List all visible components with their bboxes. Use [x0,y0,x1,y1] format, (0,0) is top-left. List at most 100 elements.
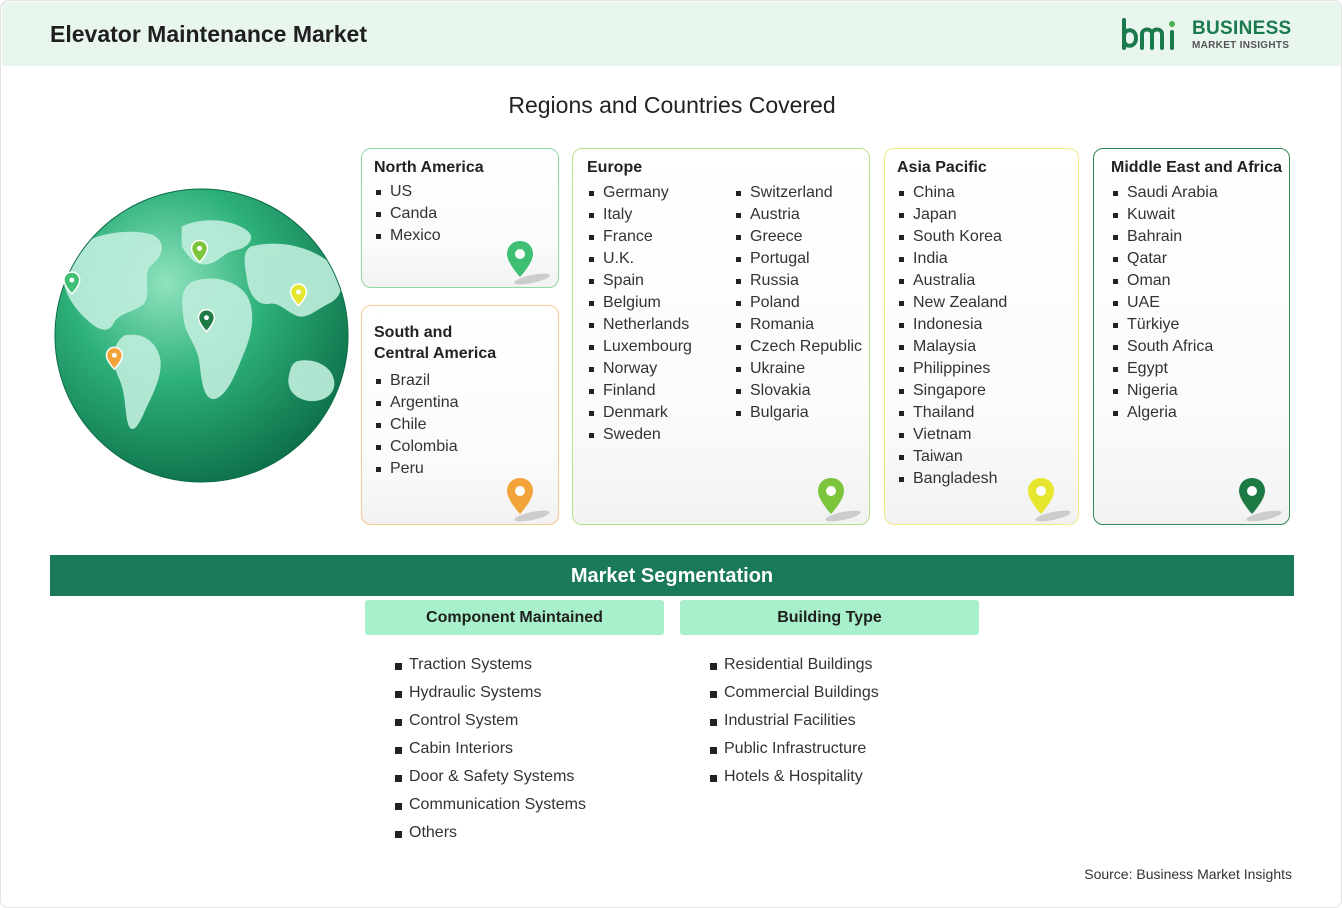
list-item: Russia [734,270,862,292]
list-item: Others [395,819,586,847]
list-item: Vietnam [897,424,1007,446]
list-item: Sweden [587,424,692,446]
globe-illustration [54,188,349,483]
list-item: Egypt [1111,358,1218,380]
list-item: Nigeria [1111,380,1218,402]
list-item: Ukraine [734,358,862,380]
segment-list-component: Traction Systems Hydraulic Systems Contr… [395,651,586,847]
segmentation-banner: Market Segmentation [50,555,1294,596]
list-item: Austria [734,204,862,226]
map-pin-icon [1239,478,1282,522]
region-title-north-america: North America [374,159,484,176]
list-item: Norway [587,358,692,380]
segment-heading-building-type: Building Type [680,600,979,635]
list-item: Peru [374,458,459,480]
list-item: Japan [897,204,1007,226]
brand-logo: BUSINESS MARKET INSIGHTS [1120,16,1300,56]
list-item: Bulgaria [734,402,862,424]
list-item: Belgium [587,292,692,314]
list-item: Oman [1111,270,1218,292]
list-item: India [897,248,1007,270]
region-title-europe: Europe [587,159,643,176]
map-pin-icon [818,478,861,522]
country-list-asia-pacific: China Japan South Korea India Australia … [897,182,1007,490]
list-item: Hotels & Hospitality [710,763,879,791]
list-item: Bangladesh [897,468,1007,490]
bmi-logo-icon [1122,18,1175,50]
country-list-middle-east-africa: Saudi Arabia Kuwait Bahrain Qatar Oman U… [1111,182,1218,424]
list-item: Netherlands [587,314,692,336]
region-title-middle-east-africa: Middle East and Africa [1111,159,1282,176]
header: Elevator Maintenance Market BUSINESS MAR… [2,2,1341,66]
list-item: Italy [587,204,692,226]
region-card-europe: Europe Germany Italy France U.K. Spain B… [572,148,870,525]
list-item: Residential Buildings [710,651,879,679]
list-item: Poland [734,292,862,314]
region-card-south-central-america: South and Central America Brazil Argenti… [361,305,559,525]
list-item: Saudi Arabia [1111,182,1218,204]
list-item: Bahrain [1111,226,1218,248]
list-item: Qatar [1111,248,1218,270]
list-item: Door & Safety Systems [395,763,586,791]
page-frame: Elevator Maintenance Market BUSINESS MAR… [0,0,1342,908]
list-item: New Zealand [897,292,1007,314]
country-list-europe-col2: Switzerland Austria Greece Portugal Russ… [734,182,862,424]
list-item: Denmark [587,402,692,424]
segmentation-title: Market Segmentation [570,565,774,587]
list-item: Cabin Interiors [395,735,586,763]
country-list-north-america: US Canda Mexico [374,181,441,247]
list-item: U.K. [587,248,692,270]
list-item: Industrial Facilities [710,707,879,735]
list-item: Philippines [897,358,1007,380]
list-item: Australia [897,270,1007,292]
country-list-south-central-america: Brazil Argentina Chile Colombia Peru [374,370,459,480]
list-item: China [897,182,1007,204]
list-item: Brazil [374,370,459,392]
list-item: Slovakia [734,380,862,402]
list-item: Czech Republic [734,336,862,358]
list-item: Germany [587,182,692,204]
list-item: Spain [587,270,692,292]
list-item: Kuwait [1111,204,1218,226]
list-item: Luxembourg [587,336,692,358]
segment-list-building-type: Residential Buildings Commercial Buildin… [710,651,879,791]
region-title-line: Central America [374,345,497,362]
segment-heading-component: Component Maintained [365,600,664,635]
list-item: Malaysia [897,336,1007,358]
logo-text-business: BUSINESS [1192,18,1292,39]
list-item: UAE [1111,292,1218,314]
list-item: Portugal [734,248,862,270]
map-pin-icon [507,478,550,522]
list-item: US [374,181,441,203]
region-card-north-america: North America US Canda Mexico [361,148,559,288]
region-title-south-central-america: South and Central America [374,322,496,364]
list-item: Colombia [374,436,459,458]
region-title-line: South and [374,324,453,341]
list-item: Commercial Buildings [710,679,879,707]
list-item: Singapore [897,380,1007,402]
list-item: Traction Systems [395,651,586,679]
source-note: Source: Business Market Insights [1084,866,1292,882]
list-item: Argentina [374,392,459,414]
regions-title: Regions and Countries Covered [508,92,836,118]
page-title: Elevator Maintenance Market [50,21,368,47]
list-item: South Africa [1111,336,1218,358]
region-title-asia-pacific: Asia Pacific [897,159,987,176]
list-item: Indonesia [897,314,1007,336]
list-item: Thailand [897,402,1007,424]
map-pin-icon [507,241,550,285]
list-item: Taiwan [897,446,1007,468]
list-item: Switzerland [734,182,862,204]
list-item: Mexico [374,225,441,247]
map-pin-icon [1028,478,1071,522]
list-item: Communication Systems [395,791,586,819]
list-item: Greece [734,226,862,248]
list-item: Canda [374,203,441,225]
logo-text-market-insights: MARKET INSIGHTS [1192,40,1290,51]
list-item: Romania [734,314,862,336]
list-item: Chile [374,414,459,436]
list-item: Algeria [1111,402,1218,424]
list-item: Türkiye [1111,314,1218,336]
list-item: Control System [395,707,586,735]
list-item: France [587,226,692,248]
